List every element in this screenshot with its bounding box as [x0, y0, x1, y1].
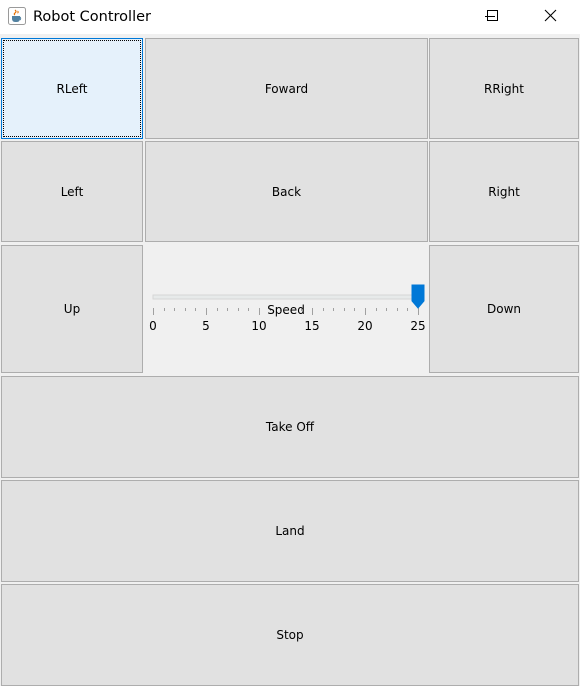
- title-bar[interactable]: Robot Controller: [0, 0, 580, 34]
- left-button[interactable]: Left: [1, 141, 143, 242]
- speed-tick-label: 10: [251, 319, 266, 333]
- stop-button[interactable]: Stop: [1, 584, 579, 686]
- speed-slider-thumb[interactable]: [411, 284, 425, 309]
- speed-label: Speed: [267, 303, 305, 317]
- close-button[interactable]: [528, 0, 574, 32]
- speed-tick-label: 20: [357, 319, 372, 333]
- forward-button[interactable]: Foward: [145, 38, 428, 139]
- speed-tick-label: 0: [149, 319, 157, 333]
- speed-slider-track[interactable]: [152, 294, 420, 300]
- speed-slider-panel: 0 5 10 15 20 25 Speed: [145, 245, 428, 373]
- speed-tick-label: 25: [410, 319, 425, 333]
- back-button[interactable]: Back: [145, 141, 428, 242]
- java-cup-icon: [8, 7, 26, 25]
- maximize-button[interactable]: [469, 0, 515, 32]
- speed-tick-labels: 0 5 10 15 20 25: [149, 319, 425, 333]
- take-off-button[interactable]: Take Off: [1, 376, 579, 478]
- close-icon: [544, 9, 557, 22]
- right-button[interactable]: Right: [429, 141, 579, 242]
- rleft-button[interactable]: RLeft: [1, 38, 143, 139]
- land-button[interactable]: Land: [1, 480, 579, 582]
- speed-thumb-shape[interactable]: [411, 284, 425, 309]
- window-title: Robot Controller: [33, 9, 151, 25]
- up-button[interactable]: Up: [1, 245, 143, 373]
- down-button[interactable]: Down: [429, 245, 579, 373]
- speed-tick-label: 15: [304, 319, 319, 333]
- rright-button[interactable]: RRight: [429, 38, 579, 139]
- robot-controller-window: Robot Controller RLeft Foward RRight Lef…: [0, 0, 580, 686]
- maximize-icon: [487, 10, 498, 21]
- speed-tick-label: 5: [202, 319, 210, 333]
- speed-slider[interactable]: 0 5 10 15 20 25 Speed: [145, 245, 428, 373]
